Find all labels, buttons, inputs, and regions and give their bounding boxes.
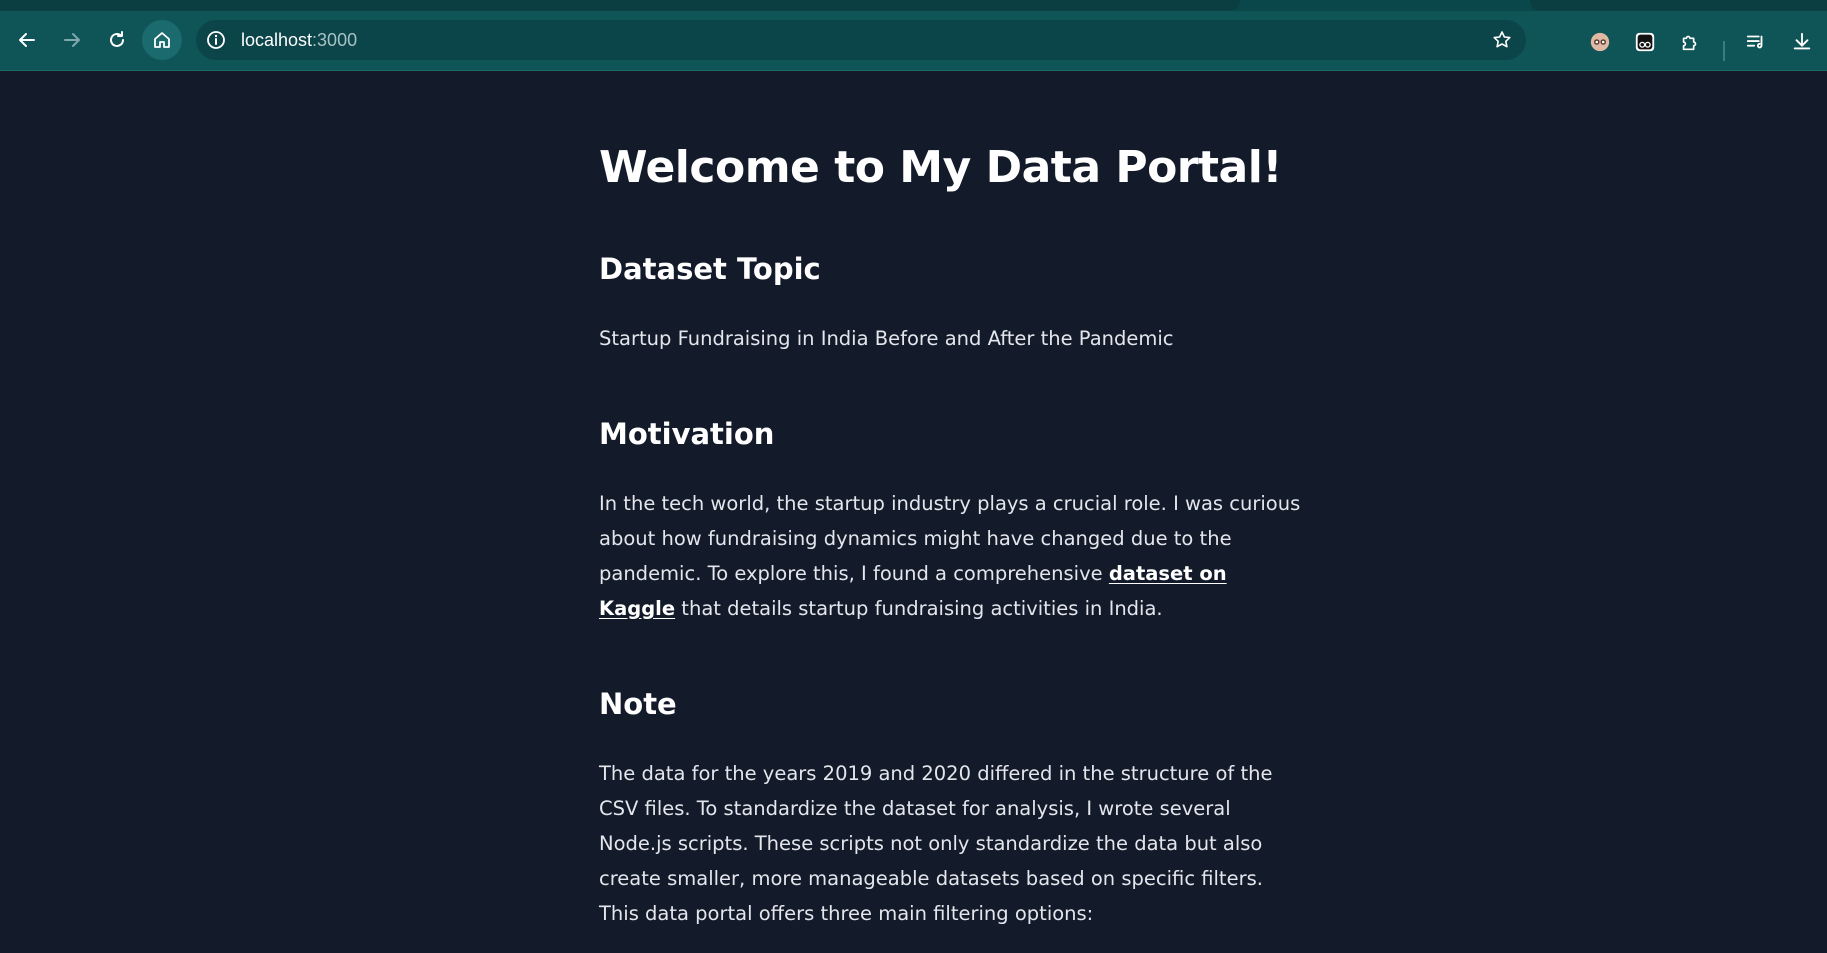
home-button[interactable] — [142, 20, 182, 60]
tab-inactive[interactable] — [1530, 0, 1827, 11]
home-icon — [154, 32, 170, 48]
browser-toolbar: localhost:3000 — [0, 11, 1827, 70]
topic-text: Startup Fundraising in India Before and … — [599, 327, 1174, 350]
motivation-text-after: that details startup fundraising activit… — [675, 597, 1163, 620]
url-host: localhost — [241, 30, 313, 50]
extension-glasses-icon[interactable] — [1632, 30, 1658, 54]
tab-strip — [0, 0, 1827, 11]
section-heading-motivation: Motivation — [599, 417, 775, 451]
reload-button[interactable] — [97, 20, 137, 60]
motivation-text: In the tech world, the startup industry … — [599, 486, 1304, 626]
forward-button[interactable] — [52, 20, 92, 60]
address-bar[interactable]: localhost:3000 — [196, 20, 1526, 60]
reload-icon — [110, 31, 124, 47]
section-heading-note: Note — [599, 687, 677, 721]
download-icon[interactable] — [1789, 30, 1815, 54]
page-title: Welcome to My Data Portal! — [599, 142, 1282, 193]
section-heading-topic: Dataset Topic — [599, 252, 821, 286]
extension-avatar-icon[interactable] — [1587, 30, 1613, 54]
arrow-right-icon — [64, 33, 80, 47]
arrow-left-icon — [19, 33, 35, 47]
browser-frame: localhost:3000 — [0, 0, 1827, 70]
toolbar-divider — [1723, 41, 1725, 61]
url-port: :3000 — [312, 30, 358, 50]
back-button[interactable] — [7, 20, 47, 60]
url-text[interactable]: localhost:3000 — [241, 20, 357, 60]
tab-inactive[interactable] — [0, 0, 1240, 11]
list-icon[interactable] — [1743, 30, 1769, 54]
info-icon[interactable] — [206, 30, 226, 50]
puzzle-icon[interactable] — [1677, 30, 1703, 54]
star-icon[interactable] — [1492, 30, 1512, 50]
note-text: The data for the years 2019 and 2020 dif… — [599, 762, 1273, 925]
toolbar-border — [0, 70, 1827, 71]
